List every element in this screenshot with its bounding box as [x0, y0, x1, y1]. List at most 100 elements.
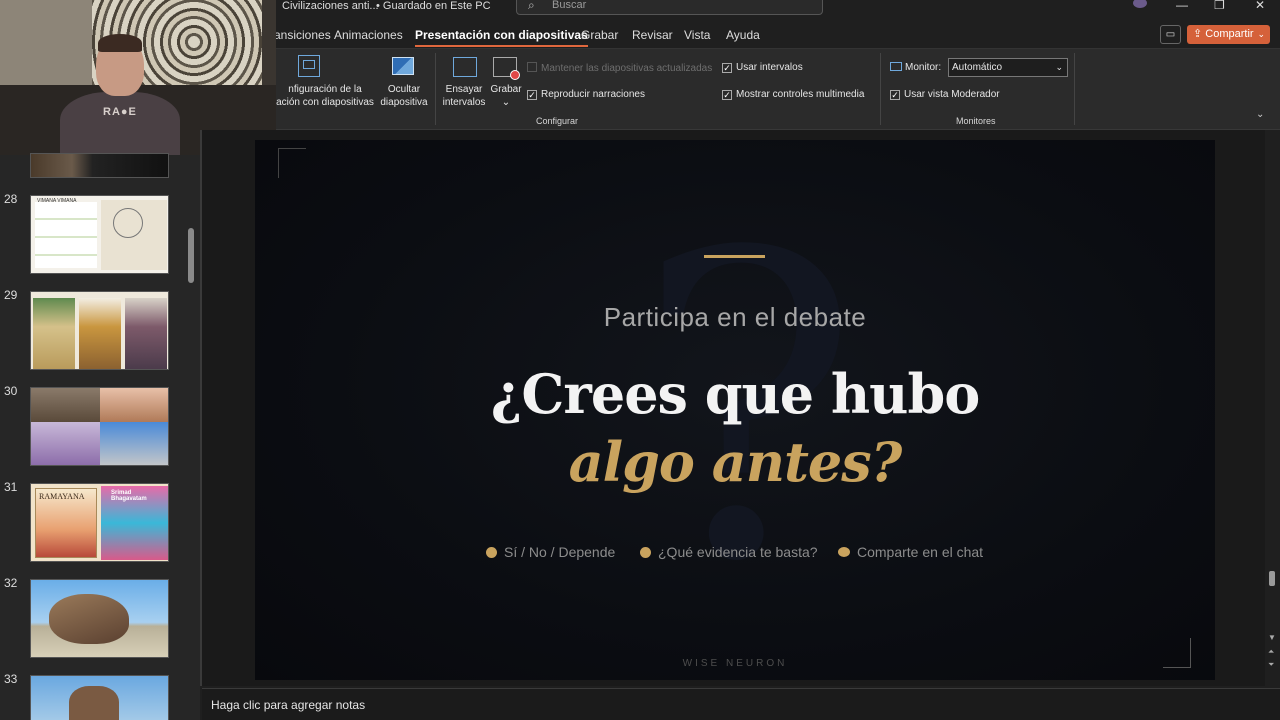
notes-placeholder: Haga clic para agregar notas [211, 698, 366, 712]
scroll-down-arrow-icon[interactable]: ▼ [1268, 633, 1276, 642]
tab-record[interactable]: Grabar [581, 28, 618, 42]
corner-frame-top-left [278, 148, 306, 178]
rehearse-timings-icon [453, 57, 477, 77]
slide-thumbnail-31[interactable]: RAMAYANA Srimad Bhagavatam [30, 483, 169, 562]
rehearse-line2: intervalos [442, 97, 486, 108]
presenter-view-checkbox[interactable]: ✓ Usar vista Moderador [890, 89, 1000, 100]
hide-slide-button[interactable]: Ocultar diapositiva [374, 83, 434, 109]
close-button[interactable]: ✕ [1255, 0, 1265, 12]
checkbox-box [527, 62, 537, 72]
chat-bubble-icon [838, 547, 850, 557]
group-label-configure: Configurar [536, 116, 579, 126]
chevron-down-icon: ⌄ [1257, 29, 1265, 39]
slide-thumbnail-partial[interactable] [30, 153, 169, 178]
document-title[interactable]: Civilizaciones anti... [282, 0, 379, 12]
slide-number: 31 [4, 480, 18, 494]
slide-thumbnail-33[interactable] [30, 675, 169, 720]
slide-number: 29 [4, 288, 18, 302]
thumbnail-scrollbar[interactable] [188, 228, 194, 283]
record-label: Grabar [490, 84, 522, 95]
tab-transitions[interactable]: ansiciones [274, 28, 331, 42]
presenter-view-label: Usar vista Moderador [904, 89, 1000, 100]
minimize-button[interactable]: — [1176, 0, 1188, 12]
setup-slideshow-button[interactable]: nfiguración de la ación con diapositivas [270, 83, 380, 109]
bullet-dot-icon [640, 547, 651, 558]
setup-slideshow-line1: nfiguración de la [288, 84, 362, 95]
canvas-scrollbar[interactable]: ▼ ⏶ ⏷ [1265, 130, 1280, 686]
checkmark-icon: ✓ [722, 90, 732, 100]
tab-animations[interactable]: Animaciones [334, 28, 403, 42]
chevron-down-icon: ⌄ [501, 97, 511, 108]
monitor-select[interactable]: Automático ⌄ [948, 58, 1068, 77]
record-button[interactable]: Grabar ⌄ [488, 83, 524, 109]
ribbon-separator [880, 53, 881, 125]
slide-thumbnail-32[interactable] [30, 579, 169, 658]
share-icon: ⇪ [1193, 28, 1206, 40]
webcam-shirt-text: RA●E [103, 106, 137, 118]
slide-headline-accent: algo antes? [568, 430, 903, 494]
monitor-value: Automático [952, 62, 1003, 73]
slideshow-setup-icon [298, 55, 320, 77]
save-status[interactable]: • Guardado en Este PC [376, 0, 491, 12]
bullet-option: ¿Qué evidencia te basta? [640, 544, 818, 560]
hide-slide-line1: Ocultar [387, 84, 421, 95]
search-icon: ⌕ [528, 0, 535, 12]
slide-number: 28 [4, 192, 18, 206]
thumb-text: RAMAYANA [39, 492, 85, 501]
show-media-controls-checkbox[interactable]: ✓ Mostrar controles multimedia [722, 89, 864, 100]
comments-button[interactable]: ▭ [1160, 25, 1181, 44]
monitor-label: Monitor: [890, 62, 941, 73]
checkmark-icon: ✓ [890, 90, 900, 100]
share-label: Compartir [1205, 28, 1254, 40]
account-avatar[interactable] [1133, 0, 1147, 8]
slide-headline: ¿Crees que hubo [490, 362, 980, 426]
monitor-label-text: Monitor: [905, 62, 942, 73]
tab-slideshow[interactable]: Presentación con diapositivas [415, 28, 588, 47]
canvas-scroll-thumb[interactable] [1269, 571, 1275, 586]
keep-slides-updated-checkbox[interactable]: Mantener las diapositivas actualizadas [527, 62, 712, 74]
current-slide[interactable]: ? Participa en el debate ¿Crees que hubo… [255, 140, 1215, 680]
group-label-monitors: Monitores [956, 116, 996, 126]
use-timings-label: Usar intervalos [736, 62, 803, 73]
checkmark-icon: ✓ [527, 90, 537, 100]
play-narrations-checkbox[interactable]: ✓ Reproducir narraciones [527, 89, 645, 100]
search-placeholder: Buscar [552, 0, 587, 11]
collapse-ribbon-icon[interactable]: ⌄ [1256, 109, 1264, 120]
share-button[interactable]: ⇪ Compartir ⌄ [1187, 25, 1270, 44]
hide-slide-line2: diapositiva [380, 97, 428, 108]
slide-thumbnail-30[interactable] [30, 387, 169, 466]
search-box[interactable]: ⌕ Buscar [516, 0, 823, 15]
tab-review[interactable]: Revisar [632, 28, 673, 42]
bullet-option: Comparte en el chat [838, 544, 983, 560]
ribbon: nfiguración de la ación con diapositivas… [270, 48, 1280, 130]
webcam-person-hair [98, 34, 142, 52]
thumb-text: Srimad Bhagavatam [111, 490, 147, 502]
gold-accent-rule [704, 255, 765, 258]
corner-frame-bottom-right [1163, 638, 1191, 668]
rehearse-line1: Ensayar [445, 84, 483, 95]
slide-thumbnail-28[interactable]: VIMANA VIMANA [30, 195, 169, 274]
restore-button[interactable]: ❐ [1214, 0, 1225, 12]
bullet-text: Sí / No / Depende [504, 544, 616, 560]
tab-help[interactable]: Ayuda [726, 28, 760, 42]
slide-number: 30 [4, 384, 18, 398]
thumb-text: VIMANA VIMANA [37, 198, 77, 204]
bullet-text: ¿Qué evidencia te basta? [658, 544, 818, 560]
keep-updated-label: Mantener las diapositivas actualizadas [541, 63, 713, 74]
slide-subtitle: Participa en el debate [603, 302, 867, 332]
slide-thumbnail-29[interactable] [30, 291, 169, 370]
previous-slide-icon[interactable]: ⏶ [1268, 647, 1274, 657]
slide-brand: WISE NEURON [682, 658, 788, 669]
powerpoint-window: Civilizaciones anti... • Guardado en Est… [0, 0, 1280, 720]
slide-number: 32 [4, 576, 18, 590]
tab-view[interactable]: Vista [684, 28, 710, 42]
bullet-dot-icon [486, 547, 497, 558]
slide-thumbnail-panel: 28 VIMANA VIMANA 29 30 31 RAMAYANA Srima… [0, 153, 200, 720]
rehearse-timings-button[interactable]: Ensayar intervalos [436, 83, 492, 109]
next-slide-icon[interactable]: ⏷ [1268, 660, 1274, 670]
notes-pane[interactable]: Haga clic para agregar notas [202, 688, 1280, 720]
use-timings-checkbox[interactable]: ✓ Usar intervalos [722, 62, 803, 73]
monitor-icon [890, 62, 902, 71]
comment-icon: ▭ [1165, 29, 1176, 40]
bullet-text: Comparte en el chat [857, 544, 984, 560]
